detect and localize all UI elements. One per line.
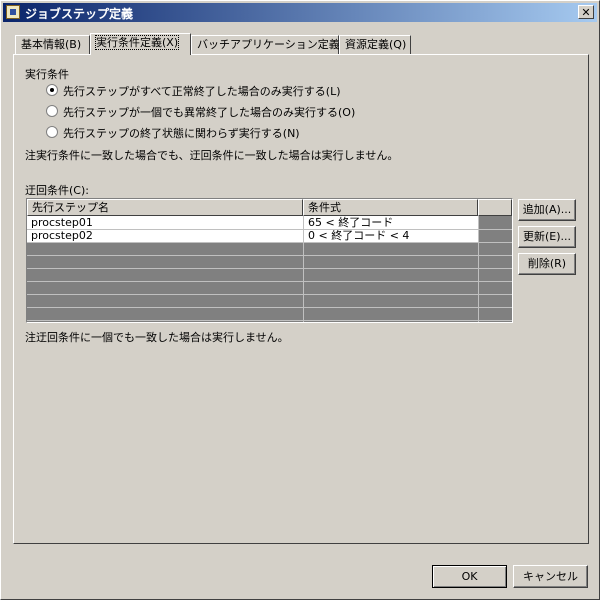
grid-line (27, 268, 512, 269)
bypass-note: 注迂回条件に一個でも一致した場合は実行しません。 (25, 331, 289, 344)
window-title: ジョブステップ定義 (25, 7, 134, 21)
tab-resource[interactable]: 資源定義(Q) (339, 35, 411, 54)
bypass-label: 迂回条件(C): (25, 184, 89, 197)
exec-group-label: 実行条件 (25, 68, 69, 81)
grid-line (27, 320, 512, 321)
radio-any-abnormal[interactable] (46, 105, 58, 117)
cancel-button[interactable]: キャンセル (513, 565, 588, 588)
row-condition: 65 < 終了コード (308, 216, 394, 229)
grid-line (303, 216, 304, 322)
radio-all-normal[interactable] (46, 84, 58, 96)
tab-basic-info[interactable]: 基本情報(B) (15, 35, 90, 54)
grid-line (27, 294, 512, 295)
radio-all-normal-label[interactable]: 先行ステップがすべて正常終了した場合のみ実行する(L) (63, 83, 341, 99)
app-icon (6, 5, 20, 19)
grid-line (27, 255, 512, 256)
tab-batch-app[interactable]: バッチアプリケーション定義(T) (191, 35, 355, 54)
row-step-name: procstep02 (31, 229, 93, 242)
exec-note: 注実行条件に一致した場合でも、迂回条件に一致した場合は実行しません。 (25, 149, 399, 162)
grid-line (27, 229, 512, 230)
column-header-condition[interactable]: 条件式 (303, 199, 478, 216)
row-condition: 0 < 終了コード < 4 (308, 229, 410, 242)
row-step-name: procstep01 (31, 216, 93, 229)
delete-button[interactable]: 削除(R) (518, 253, 576, 275)
radio-always-label[interactable]: 先行ステップの終了状態に関わらず実行する(N) (63, 125, 300, 141)
title-bar[interactable]: ジョブステップ定義 ✕ (3, 3, 597, 22)
column-header-step[interactable]: 先行ステップ名 (27, 199, 303, 216)
grid-line (27, 307, 512, 308)
table-row[interactable]: procstep01 65 < 終了コード (27, 216, 478, 229)
add-button[interactable]: 追加(A)... (518, 199, 576, 221)
ok-button[interactable]: OK (432, 565, 507, 588)
close-button[interactable]: ✕ (578, 5, 594, 19)
column-header-empty (478, 199, 512, 216)
radio-always[interactable] (46, 126, 58, 138)
grid-line (27, 242, 512, 243)
bypass-condition-list[interactable]: 先行ステップ名 条件式 procstep01 65 < 終了コード procst… (26, 198, 513, 323)
grid-line (478, 216, 479, 322)
radio-any-abnormal-label[interactable]: 先行ステップが一個でも異常終了した場合のみ実行する(O) (63, 104, 355, 120)
table-row[interactable]: procstep02 0 < 終了コード < 4 (27, 229, 478, 242)
tab-strip: 基本情報(B) 実行条件定義(X) バッチアプリケーション定義(T) 資源定義(… (13, 33, 593, 55)
grid-line (27, 281, 512, 282)
dialog-window: ジョブステップ定義 ✕ 基本情報(B) 実行条件定義(X) バッチアプリケーショ… (0, 0, 600, 600)
update-button[interactable]: 更新(E)... (518, 226, 576, 248)
tab-exec-condition[interactable]: 実行条件定義(X) (90, 33, 191, 55)
